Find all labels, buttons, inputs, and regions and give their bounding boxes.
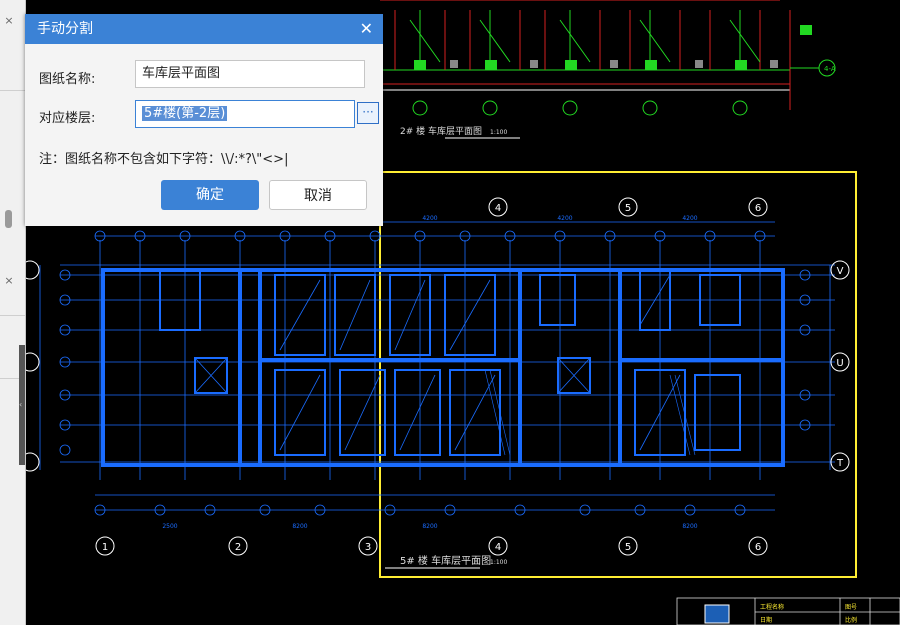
dim-top-3: 4200: [682, 215, 697, 222]
panel-divider-2: [0, 315, 25, 316]
close-icon[interactable]: ✕: [360, 14, 373, 44]
panel-divider: [0, 90, 25, 91]
panel-scrollbar-thumb[interactable]: [5, 210, 12, 228]
left-side-panel: × × ‹: [0, 0, 26, 625]
axis-label-6-top: 6: [755, 203, 761, 214]
main-plan: [39, 221, 835, 569]
axis-label-v: V: [837, 266, 844, 277]
title-block-cell-3: 日期: [760, 616, 772, 624]
axis-label-1: 1: [102, 542, 108, 553]
browse-floor-button[interactable]: ···: [357, 102, 379, 124]
axis-label-4: 4: [495, 542, 501, 553]
naming-note: 注：图纸名称不包含如下字符：\\/:*?\"<>|: [39, 152, 289, 167]
axis-label-t: T: [836, 458, 844, 469]
upper-plan-scale: 1:100: [490, 129, 507, 136]
drawing-name-label: 图纸名称:: [39, 72, 96, 87]
cancel-button[interactable]: 取消: [269, 180, 367, 210]
title-block-logo: [704, 604, 730, 624]
upper-plan: [380, 0, 836, 139]
panel-close-icon-2[interactable]: ×: [2, 274, 16, 288]
drawing-name-input[interactable]: 车库层平面图: [135, 60, 365, 88]
main-plan-title: 5# 楼 车库层平面图: [400, 554, 491, 567]
title-block-cell-2: 图号: [845, 604, 857, 611]
chevron-left-icon: ‹: [19, 400, 23, 409]
title-block-cell-1: 工程名称: [760, 603, 784, 611]
axis-label-5: 5: [625, 542, 631, 553]
dialog-title: 手动分割: [37, 21, 93, 37]
dialog-title-bar[interactable]: 手动分割 ✕: [25, 14, 383, 44]
floor-label: 对应楼层:: [39, 111, 96, 126]
floor-input[interactable]: 5#楼(第-2层): [135, 100, 355, 128]
axis-label-4-top: 4: [495, 203, 501, 214]
floor-input-value: 5#楼(第-2层): [142, 106, 228, 121]
main-plan-scale: 1:100: [490, 559, 507, 566]
title-block-cell-4: 比例: [845, 616, 857, 624]
axis-label-3: 3: [365, 542, 371, 553]
dim-bottom-2: 8200: [292, 523, 307, 530]
upper-plan-title: 2# 楼 车库层平面图: [400, 125, 482, 137]
manual-split-dialog: 手动分割 ✕ 图纸名称: 车库层平面图 对应楼层: 5#楼(第-2层) ··· …: [25, 14, 383, 226]
dim-bottom-4: 8200: [682, 523, 697, 530]
upper-axis-tag: 4-A: [824, 65, 836, 73]
dim-bottom-3: 8200: [422, 523, 437, 530]
panel-collapse-handle[interactable]: ‹: [19, 345, 25, 465]
ok-button[interactable]: 确定: [161, 180, 259, 210]
axis-label-u: U: [836, 358, 843, 369]
axis-label-6: 6: [755, 542, 761, 553]
panel-close-icon[interactable]: ×: [2, 14, 16, 28]
dim-bottom-1: 2500: [162, 523, 177, 530]
dim-top-1: 4200: [422, 215, 437, 222]
axis-label-2: 2: [235, 542, 241, 553]
axis-bubbles: [20, 197, 850, 556]
axis-label-5-top: 5: [625, 203, 631, 214]
dim-top-2: 4200: [557, 215, 572, 222]
